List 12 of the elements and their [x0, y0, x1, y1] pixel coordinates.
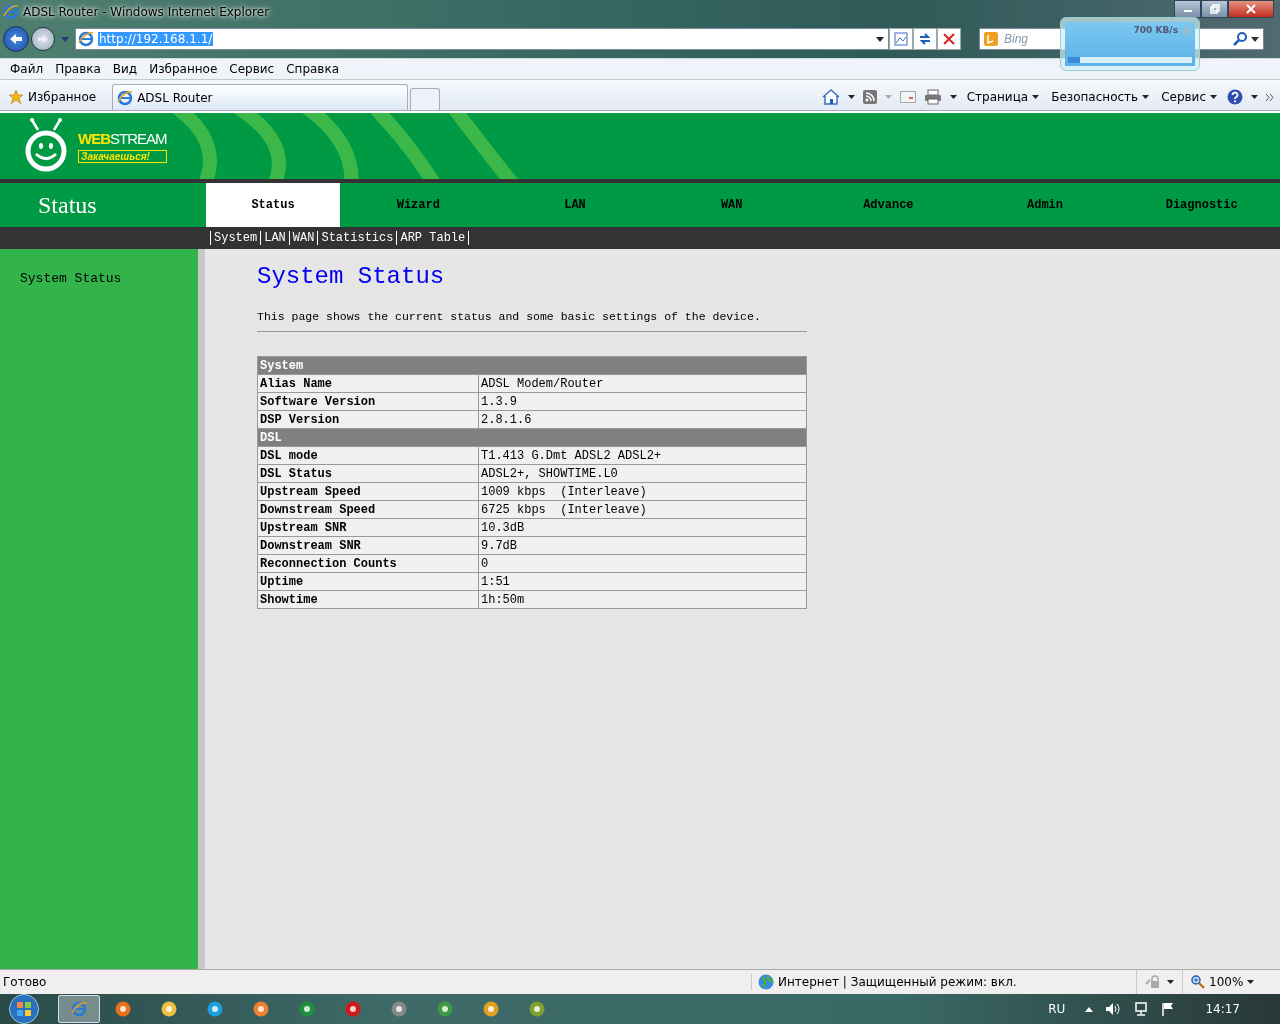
brand-name: WEB — [78, 129, 110, 147]
section-title: Status — [37, 190, 98, 220]
page-description: This page shows the current status and some basic settings of the device. — [257, 310, 762, 323]
speed-reading: 700 KB/s — [1133, 25, 1178, 35]
slogan-badge: Закачаешься! — [78, 149, 167, 163]
tab-label: ADSL Router — [137, 90, 213, 105]
status-text: Готово — [2, 975, 48, 989]
section-header: System — [257, 356, 807, 375]
page-heading: System Status — [257, 263, 446, 290]
brand-name: STREAM — [110, 129, 167, 147]
security-zone: Интернет | Защищенный режим: вкл. — [778, 975, 1017, 989]
window-title: ADSL Router - Windows Internet Explorer — [23, 5, 270, 19]
